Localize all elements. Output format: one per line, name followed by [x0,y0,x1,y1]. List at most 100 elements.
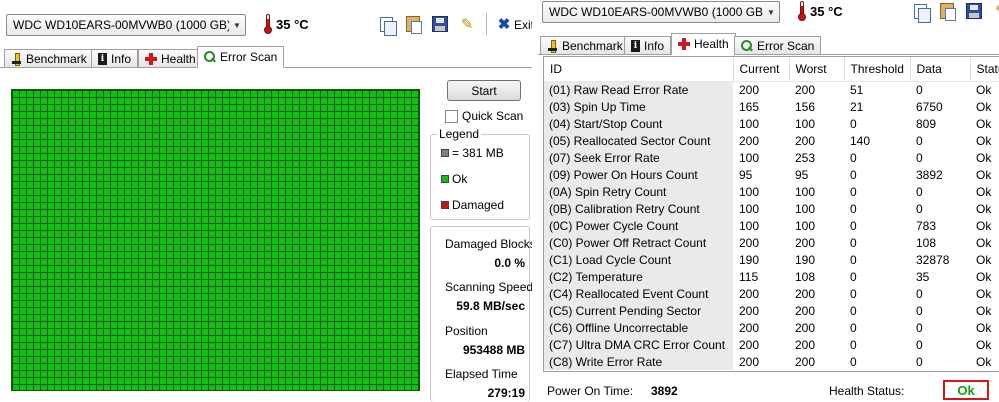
table-row[interactable]: (C2) Temperature 115 108 0 35 Ok [544,268,999,285]
column-header-status[interactable]: Status [970,57,999,82]
health-status-label: Health Status: [829,384,905,398]
gray-swatch-icon [441,149,449,157]
data-cell: 0 [916,286,923,301]
data-cell: 0 [916,201,923,216]
table-header-row: ID Current Worst Threshold Data Status [544,57,999,82]
paste-icon[interactable] [937,1,957,21]
drive-select[interactable]: WDC WD10EARS-00MVWB0 (1000 GB) ▼ [6,14,246,36]
data-cell: 0 [916,354,923,369]
tab-error-scan[interactable]: Error Scan [197,46,285,68]
scan-block-grid [11,89,420,391]
tab-benchmark[interactable]: Benchmark [4,49,94,68]
tab-label: Error Scan [757,38,815,53]
table-row[interactable]: (01) Raw Read Error Rate 200 200 51 0 Ok [544,81,999,98]
threshold-cell: 0 [850,184,857,199]
status-cell: Ok [976,201,992,216]
exit-button-label[interactable]: Exit [514,18,532,32]
tab-error-scan[interactable]: Error Scan [734,36,822,55]
chevron-down-icon[interactable]: ▼ [229,15,245,35]
column-header-id[interactable]: ID [544,57,734,82]
position-label: Position [445,324,488,338]
close-icon[interactable]: ✖ [494,14,514,34]
current-cell: 100 [739,218,760,233]
start-button[interactable]: Start [447,80,521,101]
tab-label: Benchmark [562,38,623,53]
table-row[interactable]: (07) Seek Error Rate 100 253 0 0 Ok [544,149,999,166]
table-row[interactable]: (C6) Offline Uncorrectable 200 200 0 0 Ok [544,319,999,336]
data-cell: 0 [916,82,923,97]
settings-wrench-icon[interactable]: ✎ [457,14,477,34]
settings-wrench-icon[interactable]: ✎ [991,1,999,21]
error-scan-icon [204,51,216,63]
status-cell: Ok [976,235,992,250]
elapsed-time-value: 279:19 [487,386,525,400]
chevron-down-icon[interactable]: ▼ [763,2,779,22]
position-value: 953488 MB [462,343,525,357]
column-header-data[interactable]: Data [910,57,971,82]
tab-info[interactable]: i Info [91,49,139,68]
current-cell: 100 [739,116,760,131]
table-row[interactable]: (03) Spin Up Time 165 156 21 6750 Ok [544,98,999,115]
tab-health[interactable]: Health [138,49,203,68]
attribute-id-cell: (09) Power On Hours Count [544,166,733,183]
table-row[interactable]: (0C) Power Cycle Count 100 100 0 783 Ok [544,217,999,234]
save-icon[interactable] [430,14,450,34]
table-row[interactable]: (C1) Load Cycle Count 190 190 0 32878 Ok [544,251,999,268]
table-body: (01) Raw Read Error Rate 200 200 51 0 Ok (03) … [544,81,999,370]
legend-ok-label: Ok [452,172,468,186]
column-header-current[interactable]: Current [733,57,790,82]
table-row[interactable]: (09) Power On Hours Count 95 95 0 3892 Ok [544,166,999,183]
quick-scan-label: Quick Scan [462,109,524,123]
table-row[interactable]: (0B) Calibration Retry Count 100 100 0 0 Ok [544,200,999,217]
worst-cell: 100 [795,116,816,131]
worst-cell: 200 [795,133,816,148]
table-row[interactable]: (C4) Reallocated Event Count 200 200 0 0 Ok [544,285,999,302]
scanning-speed-label: Scanning Speed [445,280,532,294]
table-row[interactable]: (04) Start/Stop Count 100 100 0 809 Ok [544,115,999,132]
legend-damaged: Damaged [441,198,504,212]
drive-select-value: WDC WD10EARS-00MVWB0 (1000 GB) [549,5,763,19]
save-icon[interactable] [964,1,984,21]
elapsed-time-label: Elapsed Time [445,367,518,381]
current-cell: 100 [739,201,760,216]
table-row[interactable]: (C0) Power Off Retract Count 200 200 0 108 Ok [544,234,999,251]
table-row[interactable]: (C7) Ultra DMA CRC Error Count 200 200 0 0 Ok [544,336,999,353]
table-row[interactable]: (C8) Write Error Rate 200 200 0 0 Ok [544,353,999,370]
info-icon: i [631,39,640,52]
legend-title: Legend [437,127,482,141]
data-cell: 108 [916,235,937,250]
worst-cell: 95 [795,167,809,182]
toolbar: WDC WD10EARS-00MVWB0 (1000 GB) ▼ 35 °C ✎… [0,0,532,46]
attribute-id-cell: (C0) Power Off Retract Count [544,234,733,251]
copy-icon[interactable] [910,1,931,23]
paste-icon[interactable] [403,14,423,34]
tab-info[interactable]: i Info [624,36,672,55]
current-cell: 200 [739,286,760,301]
threshold-cell: 0 [850,286,857,301]
attribute-id-cell: (01) Raw Read Error Rate [544,81,733,98]
table-row[interactable]: (C5) Current Pending Sector 200 200 0 0 Ok [544,302,999,319]
attribute-id-cell: (05) Reallocated Sector Count [544,132,733,149]
status-bar: Power On Time: 3892 Health Status: Ok [543,376,999,402]
table-row[interactable]: (0A) Spin Retry Count 100 100 0 0 Ok [544,183,999,200]
threshold-cell: 0 [850,167,857,182]
tab-health[interactable]: Health [671,33,736,55]
attribute-id-cell: (C7) Ultra DMA CRC Error Count [544,336,733,353]
column-header-worst[interactable]: Worst [789,57,845,82]
drive-select[interactable]: WDC WD10EARS-00MVWB0 (1000 GB) ▼ [542,1,780,23]
table-row[interactable]: (05) Reallocated Sector Count 200 200 140 0 O… [544,132,999,149]
column-header-threshold[interactable]: Threshold [844,57,911,82]
worst-cell: 200 [795,337,816,352]
tab-benchmark[interactable]: Benchmark [540,36,630,55]
smart-attributes-table[interactable]: ID Current Worst Threshold Data Status (… [543,56,999,372]
attribute-id-cell: (C5) Current Pending Sector [544,302,733,319]
status-cell: Ok [976,116,992,131]
quick-scan-checkbox[interactable] [445,109,458,123]
threshold-cell: 0 [850,150,857,165]
status-cell: Ok [976,286,992,301]
attribute-id-cell: (C2) Temperature [544,268,733,285]
quick-scan-checkbox-row[interactable]: Quick Scan [445,109,523,123]
power-on-time-value: 3892 [651,384,678,398]
legend-block-size: = 381 MB [441,146,504,160]
copy-icon[interactable] [376,14,397,36]
